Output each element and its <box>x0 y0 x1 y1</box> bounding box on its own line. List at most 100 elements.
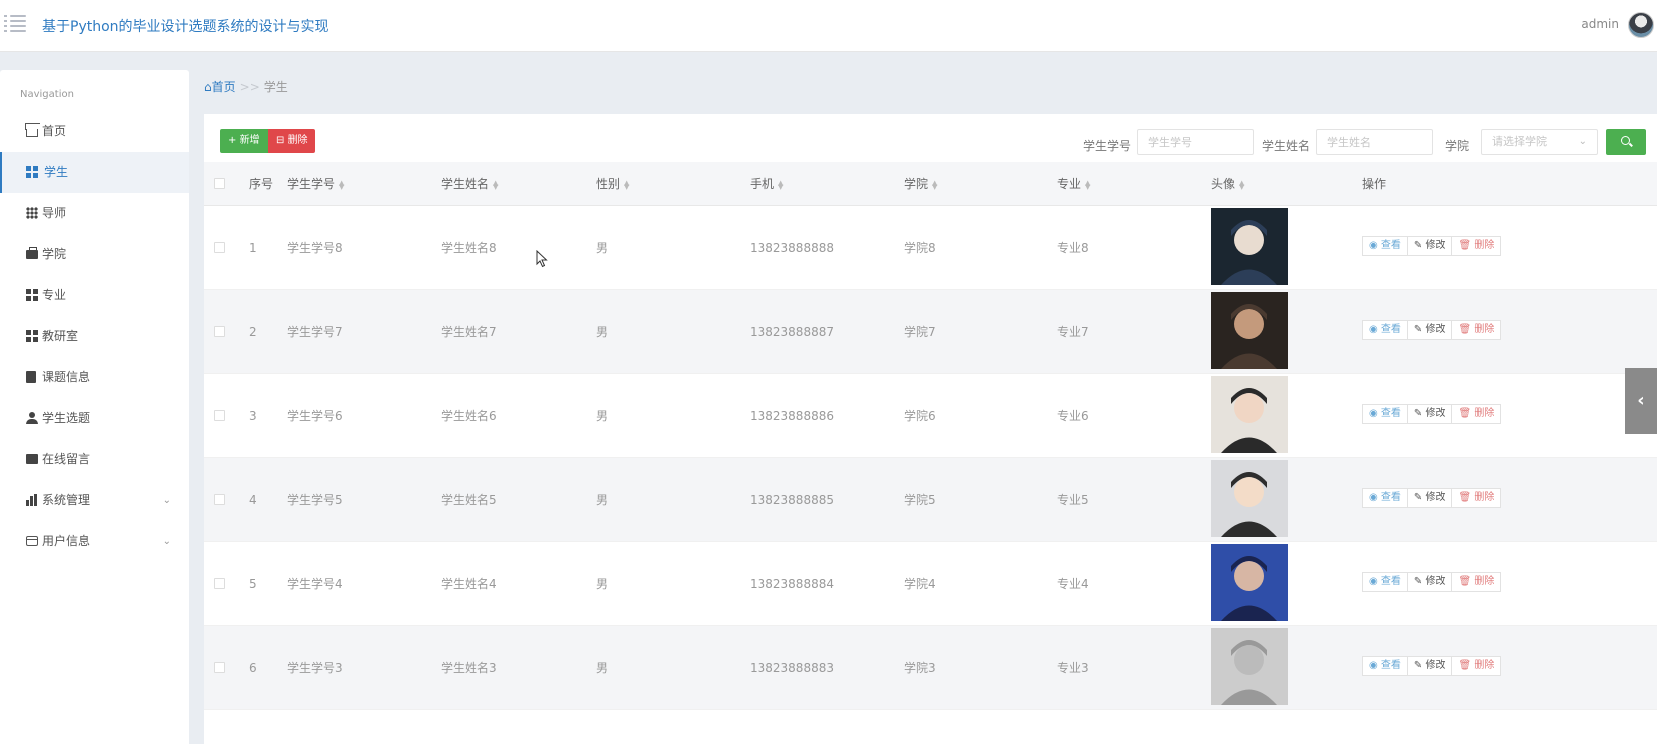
student-photo[interactable] <box>1211 292 1288 369</box>
sidebar-item-system-management[interactable]: 系统管理 ⌄ <box>0 480 189 521</box>
sidebar-item-student-selection[interactable]: 学生选题 <box>0 398 189 439</box>
header-label: 性别 <box>596 177 621 191</box>
header-label: 学生学号 <box>287 177 336 191</box>
eye-icon: ◉ <box>1369 324 1381 335</box>
edit-button[interactable]: ✎ 修改 <box>1406 404 1453 424</box>
view-label: 查看 <box>1380 660 1401 671</box>
row-checkbox[interactable] <box>214 578 225 589</box>
cell-gender: 男 <box>596 577 609 591</box>
eye-icon: ◉ <box>1369 660 1381 671</box>
header-phone[interactable]: 手机 ▲ ▼ <box>750 162 783 206</box>
sidebar-item-home[interactable]: 首页 <box>0 111 189 152</box>
header-photo[interactable]: 头像 ▲ ▼ <box>1211 162 1244 206</box>
view-button[interactable]: ◉ 查看 <box>1362 572 1408 592</box>
edit-button[interactable]: ✎ 修改 <box>1406 236 1453 256</box>
delete-button[interactable]: 🗑 删除 <box>1451 488 1502 508</box>
delete-button[interactable]: 🗑 删除 <box>1451 572 1502 592</box>
edit-label: 修改 <box>1425 240 1446 251</box>
cell-student-no: 学生学号7 <box>287 325 343 339</box>
header-student-name[interactable]: 学生姓名 ▲ ▼ <box>441 162 498 206</box>
top-header: 基于Python的毕业设计选题系统的设计与实现 admin <box>0 0 1657 52</box>
edit-button[interactable]: ✎ 修改 <box>1406 656 1453 676</box>
search-icon <box>1621 136 1630 145</box>
chevron-down-icon: ⌄ <box>162 495 171 506</box>
edit-icon: ✎ <box>1413 660 1426 671</box>
edit-icon: ✎ <box>1413 492 1426 503</box>
cell-phone: 13823888887 <box>750 325 834 339</box>
sidebar-item-tutor[interactable]: 导师 <box>0 193 189 234</box>
edit-icon: ✎ <box>1413 408 1426 419</box>
batch-delete-button[interactable]: ⊟ 删除 <box>268 129 315 153</box>
delete-label: 删除 <box>1474 408 1495 419</box>
student-name-label: 学生姓名 <box>1262 139 1311 153</box>
student-photo[interactable] <box>1211 376 1288 453</box>
student-name-input[interactable] <box>1316 129 1433 155</box>
menu-toggle-icon[interactable] <box>4 15 26 33</box>
delete-button[interactable]: 🗑 删除 <box>1451 320 1502 340</box>
cell-gender: 男 <box>596 409 609 423</box>
view-label: 查看 <box>1380 324 1401 335</box>
delete-button[interactable]: 🗑 删除 <box>1451 404 1502 424</box>
header-gender[interactable]: 性别 ▲ ▼ <box>596 162 629 206</box>
edit-button[interactable]: ✎ 修改 <box>1406 488 1453 508</box>
edit-label: 修改 <box>1425 660 1446 671</box>
view-button[interactable]: ◉ 查看 <box>1362 404 1408 424</box>
student-photo[interactable] <box>1211 460 1288 537</box>
sort-icon: ▲ ▼ <box>1239 178 1245 191</box>
row-checkbox[interactable] <box>214 410 225 421</box>
eye-icon: ◉ <box>1369 240 1381 251</box>
table-row: 6 学生学号3 学生姓名3 男 13823888883 学院3 专业3 ◉ 查看 ✎ 修改 🗑 删… <box>204 626 1657 710</box>
sidebar-item-major[interactable]: 专业 <box>0 275 189 316</box>
select-all-checkbox[interactable] <box>214 178 225 189</box>
cell-index: 6 <box>249 661 257 675</box>
delete-label: 删除 <box>1474 240 1495 251</box>
delete-button[interactable]: 🗑 删除 <box>1451 236 1502 256</box>
student-photo[interactable] <box>1211 628 1288 705</box>
avatar[interactable] <box>1628 12 1654 38</box>
delete-button-label: 删除 <box>287 135 308 146</box>
sidebar-item-topics[interactable]: 课题信息 <box>0 357 189 398</box>
sidebar-item-college[interactable]: 学院 <box>0 234 189 275</box>
cell-student-name: 学生姓名4 <box>441 577 497 591</box>
view-label: 查看 <box>1380 408 1401 419</box>
row-checkbox[interactable] <box>214 494 225 505</box>
row-checkbox[interactable] <box>214 242 225 253</box>
student-photo[interactable] <box>1211 544 1288 621</box>
cell-student-name: 学生姓名6 <box>441 409 497 423</box>
header-college[interactable]: 学院 ▲ ▼ <box>904 162 937 206</box>
row-checkbox[interactable] <box>214 326 225 337</box>
grid-icon <box>26 166 38 178</box>
view-button[interactable]: ◉ 查看 <box>1362 656 1408 676</box>
header-major[interactable]: 专业 ▲ ▼ <box>1057 162 1090 206</box>
sidebar-item-messages[interactable]: 在线留言 <box>0 439 189 480</box>
student-photo[interactable] <box>1211 208 1288 285</box>
student-no-input[interactable] <box>1137 129 1254 155</box>
header-student-no[interactable]: 学生学号 ▲ ▼ <box>287 162 344 206</box>
add-button[interactable]: + 新增 <box>220 129 268 153</box>
college-select[interactable]: 请选择学院 ⌄ <box>1481 129 1598 155</box>
trash-icon: 🗑 <box>1458 324 1475 335</box>
user-name[interactable]: admin <box>1581 17 1619 31</box>
view-button[interactable]: ◉ 查看 <box>1362 236 1408 256</box>
table-row: 5 学生学号4 学生姓名4 男 13823888884 学院4 专业4 ◉ 查看 ✎ 修改 🗑 删… <box>204 542 1657 626</box>
sidebar-item-student[interactable]: 学生 <box>0 152 189 193</box>
sidebar-item-teaching-office[interactable]: 教研室 <box>0 316 189 357</box>
delete-button[interactable]: 🗑 删除 <box>1451 656 1502 676</box>
sidebar-item-user-info[interactable]: 用户信息 ⌄ <box>0 521 189 562</box>
row-actions: ◉ 查看 ✎ 修改 🗑 删除 <box>1362 236 1502 256</box>
cell-phone: 13823888884 <box>750 577 834 591</box>
side-drawer-toggle[interactable]: ‹ <box>1625 368 1657 434</box>
cell-gender: 男 <box>596 661 609 675</box>
view-button[interactable]: ◉ 查看 <box>1362 320 1408 340</box>
sidebar-item-label: 专业 <box>42 288 67 302</box>
sidebar-item-label: 学生 <box>44 165 69 179</box>
edit-button[interactable]: ✎ 修改 <box>1406 572 1453 592</box>
row-checkbox[interactable] <box>214 662 225 673</box>
sort-icon: ▲ ▼ <box>932 178 938 191</box>
trash-icon: 🗑 <box>1458 240 1475 251</box>
edit-button[interactable]: ✎ 修改 <box>1406 320 1453 340</box>
view-button[interactable]: ◉ 查看 <box>1362 488 1408 508</box>
breadcrumb-home[interactable]: ⌂首页 <box>204 80 236 94</box>
app-title: 基于Python的毕业设计选题系统的设计与实现 <box>42 19 329 35</box>
search-button[interactable] <box>1606 129 1646 155</box>
